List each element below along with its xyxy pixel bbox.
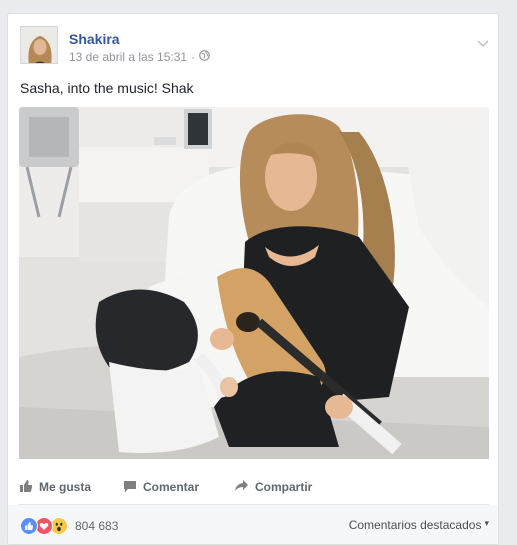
post-card: Shakira 13 de abril a las 15:31 · Sasha,… — [7, 13, 499, 545]
share-label: Compartir — [255, 480, 313, 494]
like-button[interactable]: Me gusta — [19, 479, 91, 496]
like-reaction-icon — [20, 517, 38, 535]
post-meta: 13 de abril a las 15:31 · — [69, 50, 210, 64]
post-header: Shakira 13 de abril a las 15:31 · — [20, 26, 490, 70]
thumbs-up-icon — [19, 479, 33, 496]
like-label: Me gusta — [39, 480, 92, 494]
reactions-summary[interactable]: 804 683 — [20, 517, 118, 535]
share-arrow-icon — [234, 479, 249, 495]
comment-label: Comentar — [143, 480, 200, 494]
post-actions-bar: Me gusta Comentar Compartir — [19, 474, 489, 500]
reaction-count[interactable]: 804 683 — [75, 519, 118, 533]
post-timestamp[interactable]: 13 de abril a las 15:31 — [69, 50, 187, 64]
page-name-link[interactable]: Shakira — [69, 31, 120, 47]
page-scrollbar[interactable] — [509, 0, 517, 545]
caret-down-icon: ▾ — [484, 517, 489, 528]
comment-icon — [123, 479, 137, 496]
reactions-footer: 804 683 Comentarios destacados ▾ — [8, 505, 498, 544]
post-text: Sasha, into the music! Shak — [20, 80, 194, 96]
top-comments-label: Comentarios destacados — [348, 518, 482, 532]
post-photo[interactable] — [19, 107, 489, 459]
share-button[interactable]: Compartir — [234, 479, 312, 495]
meta-separator: · — [191, 50, 196, 64]
comment-button[interactable]: Comentar — [123, 479, 199, 496]
avatar[interactable] — [20, 26, 58, 64]
top-comments-dropdown[interactable]: Comentarios destacados ▾ — [348, 517, 489, 533]
post-options-chevron-icon[interactable] — [476, 36, 490, 48]
globe-icon — [199, 50, 210, 64]
